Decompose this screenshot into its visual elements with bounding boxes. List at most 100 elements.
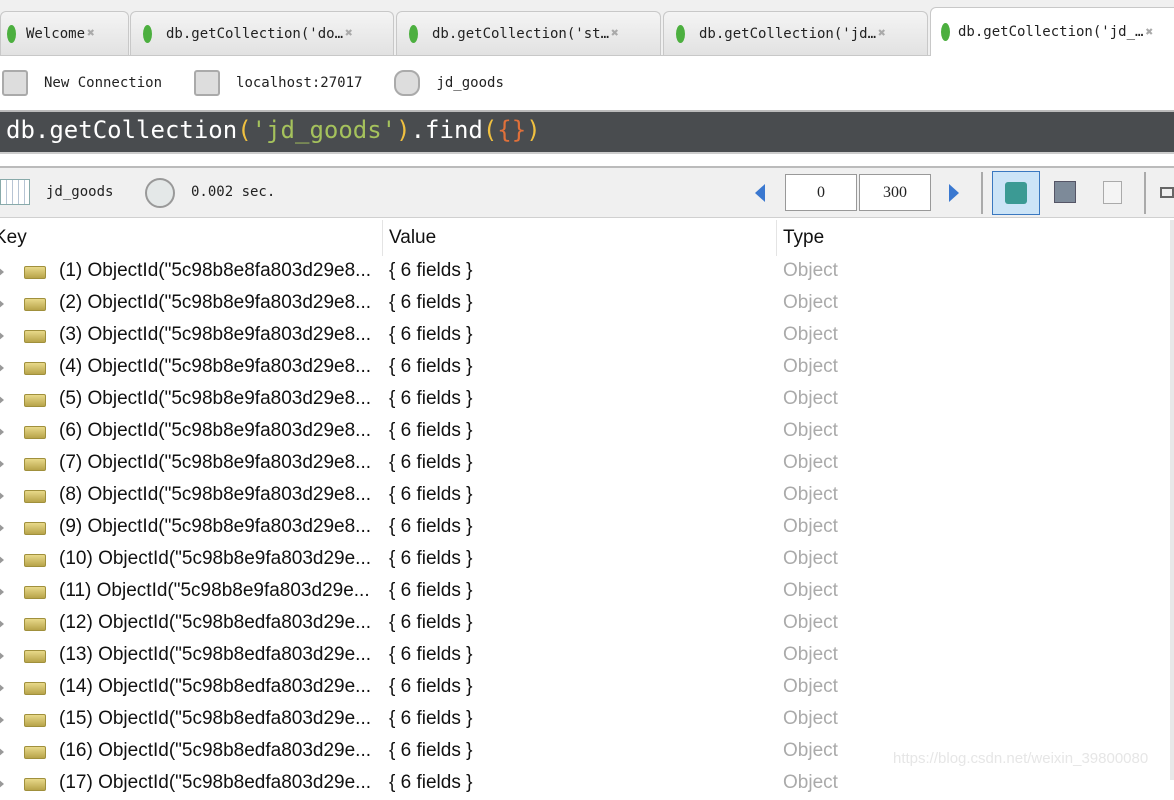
close-icon[interactable]: ✖ <box>611 26 619 41</box>
column-header-value[interactable]: Value <box>389 227 436 249</box>
table-view-icon[interactable] <box>1054 181 1076 203</box>
expand-arrow-icon[interactable] <box>0 779 4 789</box>
document-icon <box>24 746 46 759</box>
expand-arrow-icon[interactable] <box>0 363 4 373</box>
table-row[interactable]: (7) ObjectId("5c98b8e9fa803d29e8... { 6 f… <box>0 448 1170 480</box>
expand-arrow-icon[interactable] <box>0 491 4 501</box>
row-key: (7) ObjectId("5c98b8e9fa803d29e8... <box>59 452 372 473</box>
row-type: Object <box>783 452 838 473</box>
table-row[interactable]: (10) ObjectId("5c98b8e9fa803d29e... { 6 f… <box>0 544 1170 576</box>
query-paren: ( <box>482 116 498 144</box>
table-row[interactable]: (2) ObjectId("5c98b8e9fa803d29e8... { 6 f… <box>0 288 1170 320</box>
row-value: { 6 fields } <box>389 452 473 473</box>
table-row[interactable]: (4) ObjectId("5c98b8e9fa803d29e8... { 6 f… <box>0 352 1170 384</box>
tab-welcome[interactable]: Welcome ✖ <box>0 11 129 55</box>
expand-arrow-icon[interactable] <box>0 267 4 277</box>
row-value: { 6 fields } <box>389 548 473 569</box>
row-key: (14) ObjectId("5c98b8edfa803d29e... <box>59 676 372 697</box>
close-icon[interactable]: ✖ <box>345 26 353 41</box>
table-row[interactable]: (14) ObjectId("5c98b8edfa803d29e... { 6 f… <box>0 672 1170 704</box>
query-editor[interactable]: db.getCollection('jd_goods').find({}) <box>0 110 1174 154</box>
query-text: db.getCollection <box>6 116 238 144</box>
vertical-scrollbar[interactable] <box>1170 220 1174 780</box>
row-value: { 6 fields } <box>389 612 473 633</box>
row-type: Object <box>783 388 838 409</box>
expand-arrow-icon[interactable] <box>0 523 4 533</box>
text-view-icon[interactable] <box>1103 181 1122 204</box>
expand-arrow-icon[interactable] <box>0 299 4 309</box>
tab-bar: Welcome ✖ db.getCollection('do… ✖ db.getCo… <box>0 0 1174 56</box>
expand-arrow-icon[interactable] <box>0 555 4 565</box>
row-type: Object <box>783 676 838 697</box>
row-key: (9) ObjectId("5c98b8e9fa803d29e8... <box>59 516 372 537</box>
table-row[interactable]: (13) ObjectId("5c98b8edfa803d29e... { 6 f… <box>0 640 1170 672</box>
divider <box>981 172 983 214</box>
row-type: Object <box>783 772 838 793</box>
close-icon[interactable]: ✖ <box>1145 25 1153 40</box>
query-paren: ( <box>237 116 252 144</box>
expand-arrow-icon[interactable] <box>0 587 4 597</box>
row-value: { 6 fields } <box>389 388 473 409</box>
row-type: Object <box>783 644 838 665</box>
maximize-icon[interactable] <box>1160 187 1174 198</box>
expand-arrow-icon[interactable] <box>0 619 4 629</box>
table-row[interactable]: (12) ObjectId("5c98b8edfa803d29e... { 6 f… <box>0 608 1170 640</box>
document-icon <box>24 426 46 439</box>
row-type: Object <box>783 324 838 345</box>
row-type: Object <box>783 292 838 313</box>
expand-arrow-icon[interactable] <box>0 331 4 341</box>
row-key: (13) ObjectId("5c98b8edfa803d29e... <box>59 644 372 665</box>
table-row[interactable]: (5) ObjectId("5c98b8e9fa803d29e8... { 6 f… <box>0 384 1170 416</box>
previous-page-icon[interactable] <box>755 184 765 202</box>
row-value: { 6 fields } <box>389 292 473 313</box>
row-key: (15) ObjectId("5c98b8edfa803d29e... <box>59 708 372 729</box>
limit-input[interactable]: 300 <box>859 174 931 211</box>
table-row[interactable]: (1) ObjectId("5c98b8e8fa803d29e8... { 6 f… <box>0 256 1170 288</box>
row-value: { 6 fields } <box>389 356 473 377</box>
collection-table-icon <box>0 179 30 205</box>
tab-query-active[interactable]: db.getCollection('jd_… ✖ <box>930 7 1174 56</box>
skip-input[interactable]: 0 <box>785 174 857 211</box>
expand-arrow-icon[interactable] <box>0 395 4 405</box>
column-divider[interactable] <box>382 220 383 256</box>
table-row[interactable]: (8) ObjectId("5c98b8e9fa803d29e8... { 6 f… <box>0 480 1170 512</box>
close-icon[interactable]: ✖ <box>87 26 95 41</box>
expand-arrow-icon[interactable] <box>0 459 4 469</box>
column-header-key[interactable]: Key <box>0 227 27 249</box>
column-header-type[interactable]: Type <box>783 227 824 249</box>
expand-arrow-icon[interactable] <box>0 715 4 725</box>
tab-label: db.getCollection('jd_… <box>958 24 1144 40</box>
close-icon[interactable]: ✖ <box>878 26 886 41</box>
expand-arrow-icon[interactable] <box>0 747 4 757</box>
expand-arrow-icon[interactable] <box>0 683 4 693</box>
document-icon <box>24 490 46 503</box>
server-icon <box>194 70 221 96</box>
table-row[interactable]: (17) ObjectId("5c98b8edfa803d29e... { 6 f… <box>0 768 1170 800</box>
row-type: Object <box>783 612 838 633</box>
database-name: jd_goods <box>436 75 504 91</box>
document-icon <box>24 714 46 727</box>
database-icon <box>394 70 421 96</box>
next-page-icon[interactable] <box>949 184 959 202</box>
mongodb-leaf-icon <box>676 24 685 43</box>
results-tree: (1) ObjectId("5c98b8e8fa803d29e8... { 6 f… <box>0 256 1170 800</box>
expand-arrow-icon[interactable] <box>0 427 4 437</box>
table-row[interactable]: (11) ObjectId("5c98b8e9fa803d29e... { 6 f… <box>0 576 1170 608</box>
tab-query-2[interactable]: db.getCollection('st… ✖ <box>396 11 661 55</box>
row-value: { 6 fields } <box>389 260 473 281</box>
document-icon <box>24 330 46 343</box>
tab-query-1[interactable]: db.getCollection('do… ✖ <box>130 11 394 55</box>
table-row[interactable]: (6) ObjectId("5c98b8e9fa803d29e8... { 6 f… <box>0 416 1170 448</box>
expand-arrow-icon[interactable] <box>0 651 4 661</box>
document-icon <box>24 266 46 279</box>
tree-view-button[interactable] <box>992 171 1040 215</box>
document-icon <box>24 554 46 567</box>
table-row[interactable]: (15) ObjectId("5c98b8edfa803d29e... { 6 f… <box>0 704 1170 736</box>
connection-name: New Connection <box>44 75 163 91</box>
tab-query-3[interactable]: db.getCollection('jd… ✖ <box>663 11 928 55</box>
table-row[interactable]: (3) ObjectId("5c98b8e9fa803d29e8... { 6 f… <box>0 320 1170 352</box>
table-row[interactable]: (9) ObjectId("5c98b8e9fa803d29e8... { 6 f… <box>0 512 1170 544</box>
column-divider[interactable] <box>776 220 777 256</box>
document-icon <box>24 522 46 535</box>
row-value: { 6 fields } <box>389 580 473 601</box>
